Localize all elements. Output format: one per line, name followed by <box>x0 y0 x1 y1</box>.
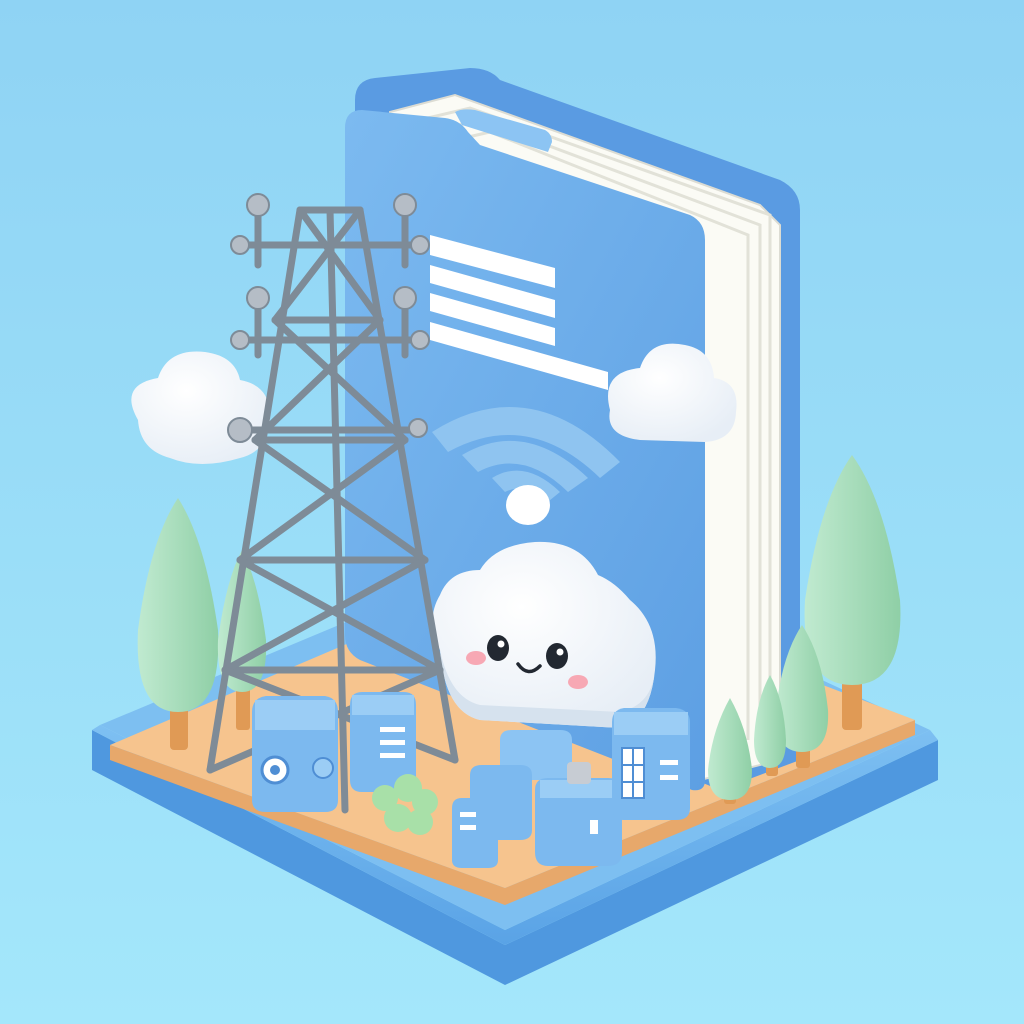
server-box-icon-1 <box>252 696 338 812</box>
isometric-illustration <box>0 0 1024 1024</box>
illustration-canvas <box>0 0 1024 1024</box>
cloud-eye-left <box>487 635 509 661</box>
cloud-eye-right <box>546 643 568 669</box>
cloud-cheek-left <box>466 651 486 665</box>
server-box-icon-5 <box>612 708 690 820</box>
cloud-cheek-right <box>568 675 588 689</box>
